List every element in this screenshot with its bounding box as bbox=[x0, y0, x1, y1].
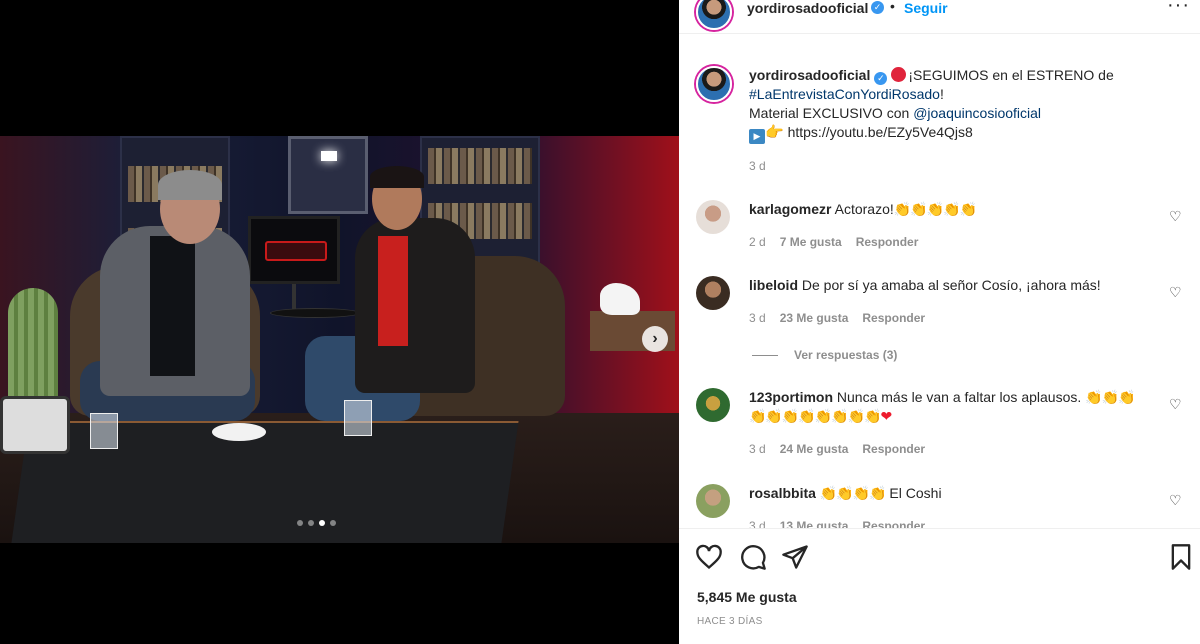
pointing-hand-emoji-icon: 👉 bbox=[765, 124, 784, 141]
glass-right bbox=[344, 400, 372, 436]
post-actions-bar: 5,845 Me gusta HACE 3 DÍAS bbox=[679, 528, 1200, 644]
verified-badge-icon: ✓ bbox=[874, 72, 888, 85]
comment-text: rosalbbita 👏👏👏👏 El Coshi bbox=[749, 484, 1159, 503]
reply-button[interactable]: Responder bbox=[862, 519, 925, 528]
instagram-post-modal: › yordirosadooficial ✓ • Seguir ··· yord… bbox=[0, 0, 1200, 644]
caption-time[interactable]: 3 d bbox=[749, 159, 766, 173]
red-circle-emoji-icon bbox=[891, 67, 907, 82]
comment-like-heart-icon[interactable]: ♡ bbox=[1169, 396, 1182, 413]
comment-likes[interactable]: 7 Me gusta bbox=[780, 235, 842, 249]
comment-message: De por sí ya amaba al señor Cosío, ¡ahor… bbox=[801, 277, 1101, 293]
host-person bbox=[355, 218, 475, 393]
caption-exclaim: ! bbox=[939, 86, 944, 102]
reply-button[interactable]: Responder bbox=[862, 442, 925, 456]
carousel-dots bbox=[297, 520, 336, 526]
snack-plate bbox=[212, 423, 266, 441]
post-media: › bbox=[0, 0, 679, 644]
commenter-username[interactable]: rosalbbita bbox=[749, 485, 816, 501]
likes-count[interactable]: 5,845 Me gusta bbox=[697, 589, 797, 605]
comment-meta: 2 d 7 Me gusta Responder bbox=[749, 235, 918, 249]
comment-meta: 3 d 23 Me gusta Responder bbox=[749, 311, 925, 325]
glass-left bbox=[90, 413, 118, 449]
post-photo bbox=[0, 136, 679, 543]
comment-likes[interactable]: 24 Me gusta bbox=[780, 442, 849, 456]
commenter-username[interactable]: libeloid bbox=[749, 277, 798, 293]
bookmark-icon[interactable] bbox=[1167, 543, 1195, 571]
clapping-hands-emoji-icon: 👏👏👏👏👏👏👏👏 bbox=[749, 408, 881, 424]
caption-avatar[interactable] bbox=[696, 66, 732, 102]
caption-text: yordirosadooficial ✓ ¡SEGUIMOS en el ESTRE… bbox=[749, 66, 1189, 144]
comment-meta: 3 d 13 Me gusta Responder bbox=[749, 519, 925, 528]
coffee-table bbox=[11, 421, 519, 543]
commenter-avatar[interactable] bbox=[696, 484, 730, 518]
carousel-dot-active bbox=[319, 520, 325, 526]
view-replies-button[interactable]: Ver respuestas (3) bbox=[752, 348, 897, 362]
commenter-avatar[interactable] bbox=[696, 388, 730, 422]
comment-text: libeloid De por sí ya amaba al señor Cos… bbox=[749, 276, 1159, 295]
play-button-emoji-icon: ▶ bbox=[749, 129, 765, 144]
reply-button[interactable]: Responder bbox=[856, 235, 919, 249]
hashtag-link[interactable]: #LaEntrevistaConYordiRosado bbox=[749, 86, 940, 102]
comment-message: Nunca más le van a faltar los aplausos. bbox=[836, 389, 1082, 405]
carousel-dot bbox=[308, 520, 314, 526]
red-heart-emoji-icon: ❤ bbox=[880, 408, 893, 424]
comment-message: El Coshi bbox=[889, 485, 942, 501]
caption-line-3: Material EXCLUSIVO con bbox=[749, 105, 910, 121]
comment-likes[interactable]: 13 Me gusta bbox=[780, 519, 849, 528]
more-options-icon[interactable]: ··· bbox=[1167, 0, 1190, 17]
separator-dot: • bbox=[890, 0, 895, 14]
post-side-panel: yordirosadooficial ✓ • Seguir ··· yordir… bbox=[679, 0, 1200, 644]
clapping-hands-emoji-icon: 👏👏👏👏👏 bbox=[893, 201, 977, 217]
comment-message: Actorazo! bbox=[834, 201, 894, 217]
mention-link[interactable]: @joaquincosiooficial bbox=[913, 105, 1041, 121]
wall-frame bbox=[288, 136, 368, 214]
comment-icon[interactable] bbox=[739, 543, 767, 571]
carousel-dot bbox=[297, 520, 303, 526]
comment-time[interactable]: 2 d bbox=[749, 235, 766, 249]
follow-button[interactable]: Seguir bbox=[904, 0, 948, 16]
commenter-avatar[interactable] bbox=[696, 200, 730, 234]
youtube-url[interactable]: https://youtu.be/EZy5Ve4Qjs8 bbox=[788, 124, 973, 140]
comment-time[interactable]: 3 d bbox=[749, 311, 766, 325]
comment-meta: 3 d 24 Me gusta Responder bbox=[749, 442, 925, 456]
comment-like-heart-icon[interactable]: ♡ bbox=[1169, 492, 1182, 509]
caption-username[interactable]: yordirosadooficial bbox=[749, 67, 870, 83]
author-username[interactable]: yordirosadooficial bbox=[747, 0, 868, 16]
cactus-plant bbox=[8, 288, 58, 408]
comment-like-heart-icon[interactable]: ♡ bbox=[1169, 208, 1182, 225]
commenter-avatar[interactable] bbox=[696, 276, 730, 310]
commenter-username[interactable]: karlagomezr bbox=[749, 201, 831, 217]
comment-time[interactable]: 3 d bbox=[749, 442, 766, 456]
author-avatar[interactable] bbox=[696, 0, 732, 30]
post-header: yordirosadooficial ✓ • Seguir ··· bbox=[679, 0, 1200, 34]
carousel-dot bbox=[330, 520, 336, 526]
clapping-hands-emoji-icon: 👏👏👏 bbox=[1085, 389, 1135, 405]
comment-text: karlagomezr Actorazo!👏👏👏👏👏 bbox=[749, 200, 1159, 219]
comment-item: rosalbbita 👏👏👏👏 El Coshi 3 d 13 Me gusta… bbox=[696, 484, 1196, 528]
comment-like-heart-icon[interactable]: ♡ bbox=[1169, 284, 1182, 301]
tv-monitor bbox=[248, 216, 340, 284]
heart-icon[interactable] bbox=[695, 543, 723, 571]
commenter-username[interactable]: 123portimon bbox=[749, 389, 833, 405]
comment-time[interactable]: 3 d bbox=[749, 519, 766, 528]
comment-likes[interactable]: 23 Me gusta bbox=[780, 311, 849, 325]
post-date[interactable]: HACE 3 DÍAS bbox=[697, 616, 763, 627]
caption-line-1: ¡SEGUIMOS en el ESTRENO de bbox=[908, 67, 1114, 83]
view-replies-label[interactable]: Ver respuestas (3) bbox=[794, 348, 897, 362]
replies-line bbox=[752, 354, 778, 356]
clapping-hands-emoji-icon: 👏👏👏👏 bbox=[819, 485, 887, 501]
carousel-next-button[interactable]: › bbox=[642, 326, 668, 352]
comment-text: 123portimon Nunca más le van a faltar lo… bbox=[749, 388, 1159, 426]
reply-button[interactable]: Responder bbox=[862, 311, 925, 325]
share-icon[interactable] bbox=[781, 543, 809, 571]
verified-badge-icon: ✓ bbox=[871, 1, 884, 14]
